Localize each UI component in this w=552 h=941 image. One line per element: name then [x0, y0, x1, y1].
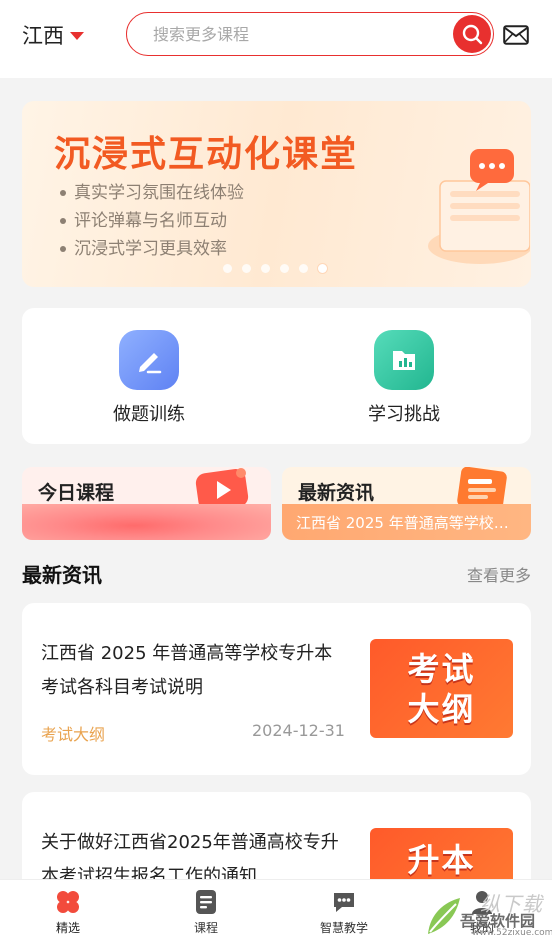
view-more-link[interactable]: 查看更多	[467, 562, 531, 586]
search-bar[interactable]	[126, 12, 494, 56]
thumbnail-text: 升本	[407, 841, 476, 879]
pagination-dot[interactable]	[261, 264, 270, 273]
practice-label: 做题训练	[113, 404, 185, 425]
pagination-dot[interactable]	[242, 264, 251, 273]
watermark-url: www.52zixue.com	[472, 928, 552, 938]
banner-point: 真实学习氛围在线体验	[60, 179, 244, 207]
news-title: 江西省 2025 年普通高等学校专升本考试各科目考试说明	[41, 643, 333, 698]
latest-news-strip: 江西省 2025 年普通高等学校专升本考试各科目考试说明	[282, 504, 531, 540]
news-item[interactable]: 江西省 2025 年普通高等学校专升本考试各科目考试说明 考试大纲 2024-1…	[22, 603, 531, 775]
pencil-edit-icon	[119, 330, 179, 390]
pagination-dot[interactable]	[223, 264, 232, 273]
thumbnail-text: 大纲	[407, 689, 476, 728]
section-title: 最新资讯	[22, 563, 102, 587]
search-input[interactable]	[153, 22, 443, 46]
city-label: 江西	[22, 24, 64, 48]
tab-featured[interactable]: 精选	[28, 888, 108, 936]
top-header: 江西	[0, 0, 552, 78]
latest-news-headline: 江西省 2025 年普通高等学校专升本考试各科目考试说明	[296, 514, 518, 532]
tab-label: 精选	[55, 921, 80, 935]
document-icon	[196, 890, 216, 914]
banner-pagination[interactable]	[223, 264, 327, 273]
news-tag: 考试大纲	[41, 725, 106, 744]
caret-down-icon	[70, 32, 84, 40]
function-card: 做题训练 学习挑战	[22, 308, 531, 444]
latest-news-card[interactable]: 最新资讯 江西省 2025 年普通高等学校专升本考试各科目考试说明	[282, 467, 531, 540]
pagination-dot[interactable]	[299, 264, 308, 273]
search-button[interactable]	[453, 15, 491, 53]
tab-course[interactable]: 课程	[166, 888, 246, 936]
banner-title: 沉浸式互动化课堂	[54, 134, 359, 175]
tab-label: 智慧教学	[319, 921, 368, 935]
watermark: 纵下载 吾爱软件园 www.52zixue.com	[424, 888, 552, 941]
classroom-illustration-icon	[428, 149, 530, 264]
news-date: 2024-12-31	[252, 721, 345, 740]
thumbnail-text: 考试	[407, 649, 476, 688]
latest-news-card-title: 最新资讯	[298, 482, 375, 504]
today-course-strip	[22, 504, 271, 540]
pagination-dot[interactable]	[280, 264, 289, 273]
today-course-card[interactable]: 今日课程	[22, 467, 271, 540]
practice-button[interactable]: 做题训练	[79, 330, 219, 426]
watermark-leaf-icon	[428, 898, 460, 934]
mail-icon[interactable]	[503, 25, 529, 45]
banner-points: 真实学习氛围在线体验 评论弹幕与名师互动 沉浸式学习更具效率	[60, 179, 244, 263]
promo-banner[interactable]: 沉浸式互动化课堂 真实学习氛围在线体验 评论弹幕与名师互动 沉浸式学习更具效率	[22, 101, 531, 287]
grid-flower-icon	[57, 891, 79, 913]
search-icon	[462, 24, 483, 45]
today-course-title: 今日课程	[38, 482, 115, 504]
city-selector[interactable]: 江西	[22, 20, 84, 50]
chat-bubble-icon	[334, 893, 354, 912]
news-thumbnail: 考试 大纲	[370, 639, 513, 738]
pagination-dot-active[interactable]	[318, 264, 327, 273]
tab-label: 课程	[193, 921, 218, 935]
challenge-label: 学习挑战	[368, 404, 440, 425]
bar-chart-folder-icon	[374, 330, 434, 390]
banner-point: 沉浸式学习更具效率	[60, 235, 244, 263]
challenge-button[interactable]: 学习挑战	[334, 330, 474, 426]
banner-point: 评论弹幕与名师互动	[60, 207, 244, 235]
tab-smart-teaching[interactable]: 智慧教学	[304, 888, 384, 936]
